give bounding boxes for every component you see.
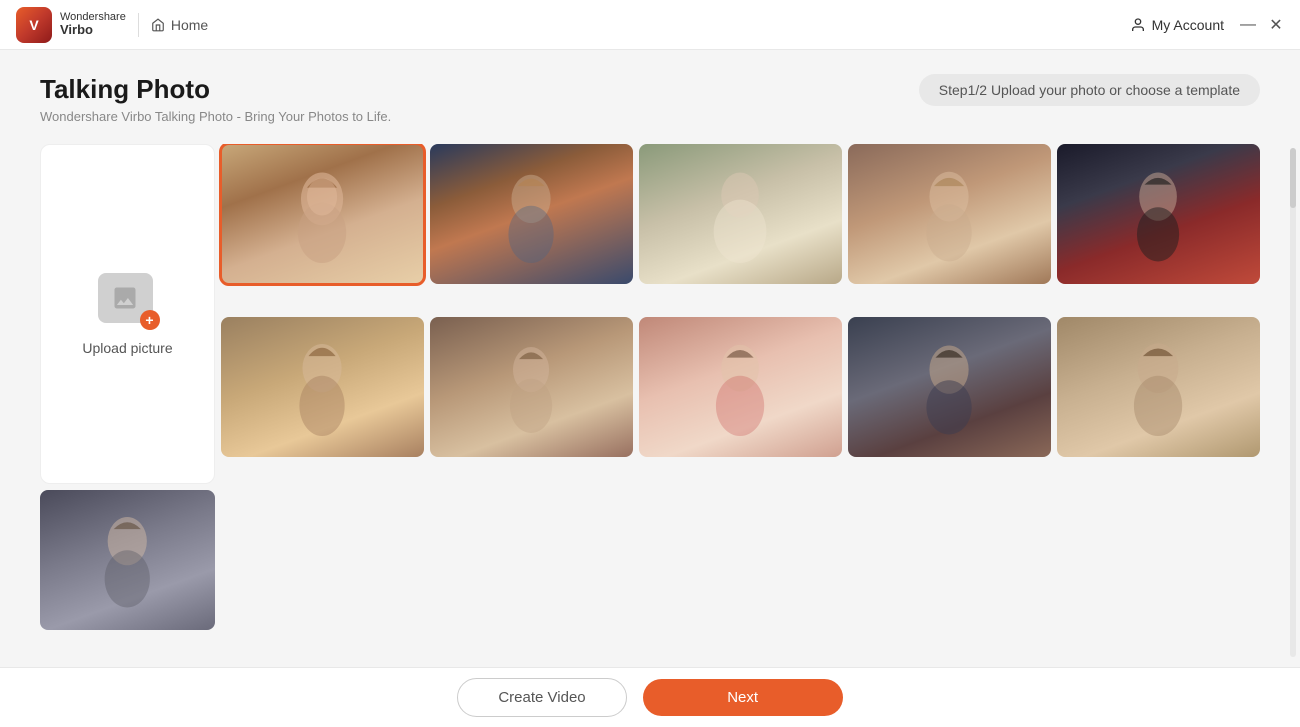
upload-plus-icon: + <box>140 310 160 330</box>
photo-overlay-5 <box>1057 144 1260 284</box>
face-silhouette-2 <box>460 165 602 263</box>
logo-text: Wondershare Virbo <box>60 11 126 37</box>
photo-card-11[interactable] <box>40 490 215 630</box>
photo-overlay-9 <box>848 317 1051 457</box>
home-label: Home <box>171 17 208 33</box>
minimize-button[interactable]: — <box>1240 17 1256 33</box>
photo-card-4[interactable] <box>848 144 1051 284</box>
photo-overlay-4 <box>848 144 1051 284</box>
scrollbar-track[interactable] <box>1290 148 1296 657</box>
page-title: Talking Photo <box>40 74 391 105</box>
divider <box>138 13 139 37</box>
page-title-area: Talking Photo Wondershare Virbo Talking … <box>40 74 391 124</box>
photo-overlay-7 <box>430 317 633 457</box>
logo-icon: V <box>16 7 52 43</box>
image-icon <box>111 284 139 312</box>
photo-overlay-8 <box>639 317 842 457</box>
photo-overlay-2 <box>430 144 633 284</box>
window-controls: — ✕ <box>1240 17 1284 33</box>
photo-grid: + Upload picture <box>40 144 1260 657</box>
photo-card-8[interactable] <box>639 317 842 457</box>
title-bar: V Wondershare Virbo Home My Account — <box>0 0 1300 50</box>
main-content: Talking Photo Wondershare Virbo Talking … <box>0 50 1300 667</box>
page-header: Talking Photo Wondershare Virbo Talking … <box>40 74 1260 124</box>
face-silhouette-11 <box>66 511 189 609</box>
photo-card-7[interactable] <box>430 317 633 457</box>
face-silhouette-10 <box>1087 338 1229 436</box>
next-button[interactable]: Next <box>643 679 843 716</box>
logo-area[interactable]: V Wondershare Virbo <box>16 7 126 43</box>
home-icon <box>151 18 165 32</box>
page-subtitle: Wondershare Virbo Talking Photo - Bring … <box>40 109 391 124</box>
user-icon <box>1130 17 1146 33</box>
photo-card-9[interactable] <box>848 317 1051 457</box>
photo-overlay-6 <box>221 317 424 457</box>
face-silhouette-9 <box>878 338 1020 436</box>
upload-icon-wrap: + <box>98 273 158 328</box>
my-account-button[interactable]: My Account <box>1130 17 1224 33</box>
step-badge: Step1/2 Upload your photo or choose a te… <box>919 74 1260 106</box>
product-name: Virbo <box>60 23 126 37</box>
photo-card-10[interactable] <box>1057 317 1260 457</box>
bottom-bar: Create Video Next <box>0 667 1300 727</box>
photo-card-2[interactable] <box>430 144 633 284</box>
upload-cell[interactable]: + Upload picture <box>40 144 215 484</box>
photo-card-1[interactable] <box>221 144 424 284</box>
photo-card-3[interactable] <box>639 144 842 284</box>
face-silhouette-1 <box>251 165 393 263</box>
face-silhouette-5 <box>1087 165 1229 263</box>
photo-overlay-3 <box>639 144 842 284</box>
face-silhouette-7 <box>460 338 602 436</box>
title-bar-left: V Wondershare Virbo Home <box>16 7 208 43</box>
photo-overlay-1 <box>221 144 424 284</box>
face-silhouette-8 <box>669 338 811 436</box>
home-link[interactable]: Home <box>151 17 208 33</box>
close-button[interactable]: ✕ <box>1268 17 1284 33</box>
photo-card-5[interactable] <box>1057 144 1260 284</box>
scrollbar-thumb[interactable] <box>1290 148 1296 208</box>
title-bar-right: My Account — ✕ <box>1130 17 1284 33</box>
create-video-button[interactable]: Create Video <box>457 678 626 717</box>
photo-overlay-10 <box>1057 317 1260 457</box>
face-silhouette-3 <box>669 165 811 263</box>
photo-card-6[interactable] <box>221 317 424 457</box>
face-silhouette-4 <box>878 165 1020 263</box>
face-silhouette-6 <box>251 338 393 436</box>
my-account-label: My Account <box>1152 17 1224 33</box>
photo-overlay-11 <box>40 490 215 630</box>
upload-label: Upload picture <box>82 340 172 356</box>
